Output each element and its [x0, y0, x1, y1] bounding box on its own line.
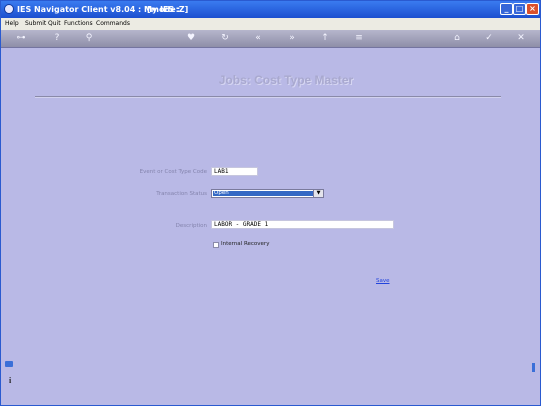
- description-label: Description: [175, 223, 207, 229]
- title-divider: [35, 96, 501, 98]
- menu-commands[interactable]: Commands: [96, 20, 130, 27]
- menu-quit[interactable]: Quit: [48, 20, 61, 27]
- info-icon[interactable]: i: [9, 376, 11, 385]
- forward-icon[interactable]: »: [286, 32, 298, 45]
- up-icon[interactable]: ↑: [319, 32, 331, 45]
- back-icon[interactable]: «: [252, 32, 264, 45]
- maximize-button[interactable]: □: [513, 3, 526, 15]
- heart-icon[interactable]: ♥: [185, 32, 197, 45]
- minimize-button[interactable]: _: [500, 3, 513, 15]
- menu-functions[interactable]: Functions: [64, 20, 93, 27]
- menu-help[interactable]: Help: [5, 20, 19, 27]
- refresh-icon[interactable]: ↻: [219, 32, 231, 45]
- save-link[interactable]: Save: [376, 278, 390, 284]
- app-icon: [4, 4, 14, 14]
- chevron-down-icon[interactable]: ▼: [313, 190, 323, 197]
- status-label: Transaction Status: [156, 191, 207, 197]
- list-icon[interactable]: ≡: [353, 32, 365, 45]
- search-icon[interactable]: ⚲: [83, 32, 95, 45]
- status-select[interactable]: Open ▼: [211, 189, 324, 198]
- side-tab-icon[interactable]: [5, 361, 13, 367]
- window-mode: [mode:Z]: [147, 5, 189, 14]
- app-window: IES Navigator Client v8.04 : My IES : [m…: [0, 0, 541, 406]
- cancel-icon[interactable]: ✕: [515, 32, 527, 45]
- internal-recovery-checkbox[interactable]: [213, 242, 219, 248]
- ok-icon[interactable]: ✓: [483, 32, 495, 45]
- close-button[interactable]: ×: [526, 3, 539, 15]
- help-icon[interactable]: ?: [51, 32, 63, 45]
- menu-bar: Help Submit Quit Functions Commands: [1, 18, 540, 30]
- title-bar[interactable]: IES Navigator Client v8.04 : My IES : [m…: [1, 1, 540, 18]
- description-field[interactable]: LABOR - GRADE 1: [211, 220, 394, 229]
- side-marker: [532, 363, 535, 372]
- code-label: Event or Cost Type Code: [139, 169, 207, 175]
- page-title: Jobs: Cost Type Master: [218, 73, 354, 87]
- status-selected-value: Open: [213, 190, 313, 196]
- toolbar: ⊶ ? ⚲ ♥ ↻ « » ↑ ≡ ⌂ ✓ ✕: [1, 30, 540, 48]
- menu-submit[interactable]: Submit: [25, 20, 46, 27]
- key-icon[interactable]: ⊶: [11, 32, 31, 45]
- internal-recovery-label: Internal Recovery: [221, 241, 270, 247]
- home-icon[interactable]: ⌂: [451, 32, 463, 45]
- code-field[interactable]: LAB1: [211, 167, 258, 176]
